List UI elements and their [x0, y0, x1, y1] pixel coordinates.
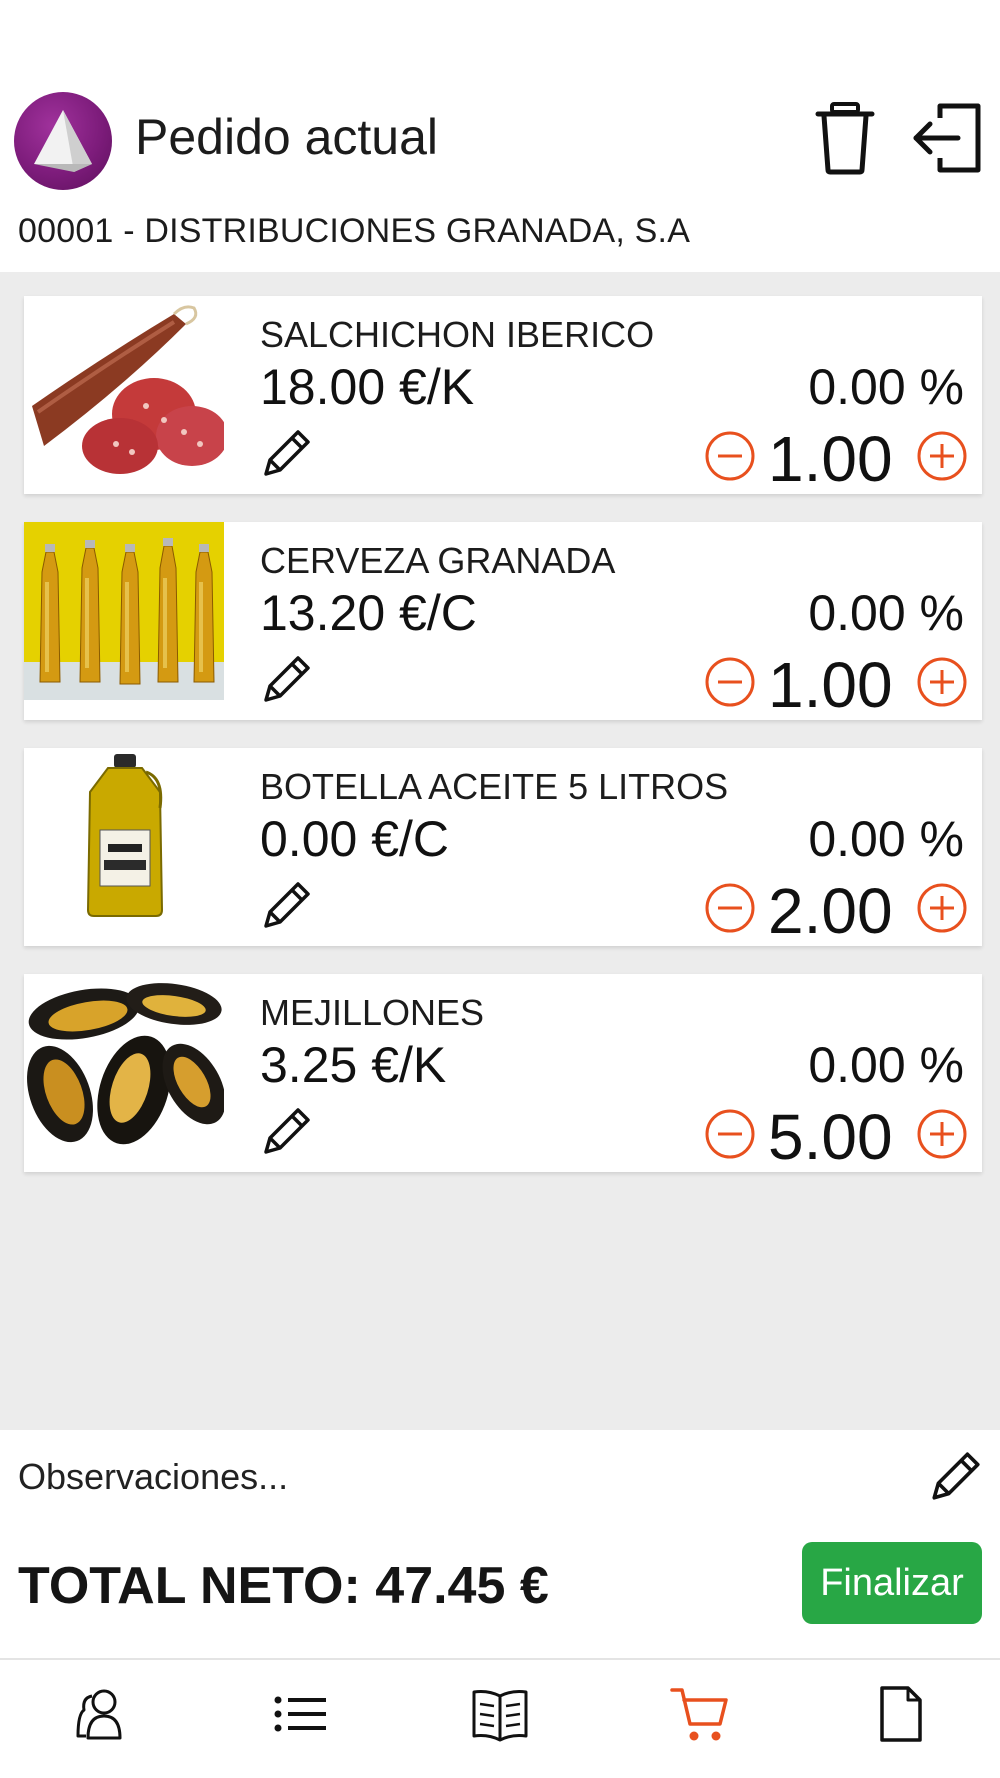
catalog-icon[interactable] — [470, 1684, 530, 1744]
list-icon[interactable] — [270, 1684, 330, 1744]
edit-observations-icon[interactable] — [928, 1448, 984, 1504]
quantity-value: 1.00 — [768, 423, 893, 495]
product-name: MEJILLONES — [260, 992, 485, 1033]
product-discount: 0.00 % — [808, 811, 964, 867]
quantity-value: 2.00 — [768, 875, 893, 947]
order-line-item[interactable]: MEJILLONES 3.25 €/K 0.00 % 5.00 — [24, 974, 982, 1173]
logout-icon[interactable] — [912, 100, 982, 176]
quantity-value: 5.00 — [768, 1101, 893, 1173]
product-price: 3.25 €/K — [260, 1037, 447, 1093]
product-price: 13.20 €/C — [260, 585, 477, 641]
mussels-image — [24, 974, 224, 1152]
product-price: 18.00 €/K — [260, 359, 475, 415]
decrease-quantity-icon[interactable] — [704, 430, 756, 482]
oil-bottle-image — [24, 748, 224, 926]
product-name: CERVEZA GRANADA — [260, 540, 616, 581]
page-title: Pedido actual — [135, 109, 439, 165]
order-lines-list: SALCHICHON IBERICO 18.00 €/K 0.00 % 1.00 — [0, 272, 1000, 1430]
total-net: TOTAL NETO: 47.45 € — [18, 1557, 549, 1615]
increase-quantity-icon[interactable] — [916, 882, 968, 934]
increase-quantity-icon[interactable] — [916, 1108, 968, 1160]
quantity-value: 1.00 — [768, 649, 893, 721]
edit-pencil-icon[interactable] — [260, 426, 314, 480]
product-price: 0.00 €/C — [260, 811, 450, 867]
total-bar: TOTAL NETO: 47.45 € Finalizar — [0, 1530, 1000, 1660]
observations-placeholder[interactable]: Observaciones... — [18, 1456, 288, 1498]
trash-icon[interactable] — [810, 100, 880, 176]
product-discount: 0.00 % — [808, 359, 964, 415]
clients-icon[interactable] — [70, 1684, 130, 1744]
product-name: SALCHICHON IBERICO — [260, 314, 655, 355]
edit-pencil-icon[interactable] — [260, 1104, 314, 1158]
product-name: BOTELLA ACEITE 5 LITROS — [260, 766, 729, 807]
edit-pencil-icon[interactable] — [260, 878, 314, 932]
increase-quantity-icon[interactable] — [916, 430, 968, 482]
salchichon-image — [24, 296, 224, 474]
product-discount: 0.00 % — [808, 1037, 964, 1093]
order-line-item[interactable]: CERVEZA GRANADA 13.20 €/C 0.00 % 1.00 — [24, 522, 982, 721]
finish-order-button[interactable]: Finalizar — [802, 1542, 982, 1624]
client-name: 00001 - DISTRIBUCIONES GRANADA, S.A — [18, 212, 691, 250]
decrease-quantity-icon[interactable] — [704, 1108, 756, 1160]
increase-quantity-icon[interactable] — [916, 656, 968, 708]
document-icon[interactable] — [870, 1684, 930, 1744]
observations-field[interactable]: Observaciones... — [0, 1430, 1000, 1530]
edit-pencil-icon[interactable] — [260, 652, 314, 706]
cart-icon[interactable] — [670, 1684, 730, 1744]
app-header: Pedido actual 00001 - DISTRIBUCIONES GRA… — [0, 0, 1000, 272]
decrease-quantity-icon[interactable] — [704, 656, 756, 708]
bottom-navigation — [0, 1662, 1000, 1778]
beer-bottles-image — [24, 522, 224, 700]
app-logo — [14, 92, 112, 190]
order-line-item[interactable]: SALCHICHON IBERICO 18.00 €/K 0.00 % 1.00 — [24, 296, 982, 495]
product-discount: 0.00 % — [808, 585, 964, 641]
decrease-quantity-icon[interactable] — [704, 882, 756, 934]
order-line-item[interactable]: BOTELLA ACEITE 5 LITROS 0.00 €/C 0.00 % … — [24, 748, 982, 947]
